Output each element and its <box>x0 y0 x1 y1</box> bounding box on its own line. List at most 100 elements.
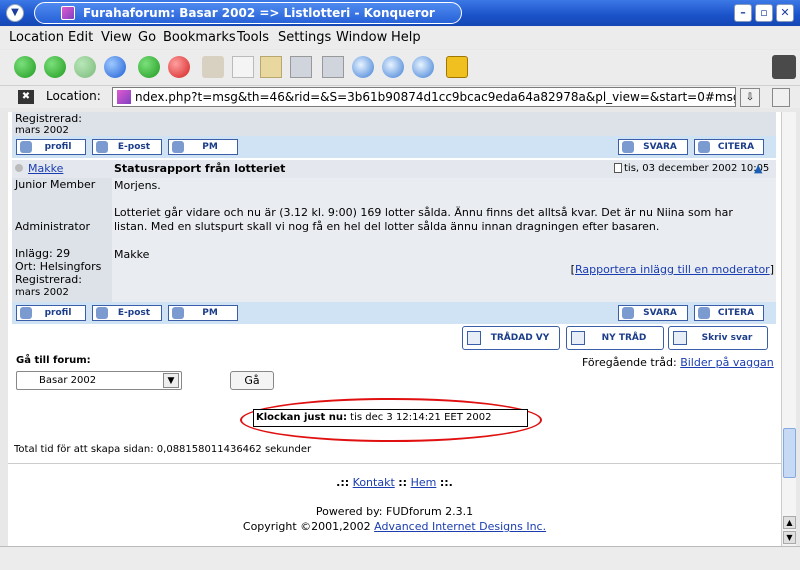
minimize-button[interactable]: – <box>734 4 752 22</box>
copyright: Copyright ©2001,2002 Advanced Internet D… <box>242 520 547 533</box>
title-pill: Furahaforum: Basar 2002 => Listlotteri -… <box>34 2 462 24</box>
reply-icon <box>622 141 634 153</box>
profil-button[interactable]: profil <box>16 139 86 155</box>
author-registered-date: mars 2002 <box>15 287 69 298</box>
favicon-icon <box>117 90 131 104</box>
prev-registered-date: mars 2002 <box>15 125 69 136</box>
forward-icon[interactable] <box>44 56 66 78</box>
svara-button[interactable]: SVARA <box>618 139 688 155</box>
up-icon[interactable] <box>74 56 96 78</box>
print-icon[interactable] <box>290 56 312 78</box>
forum-select[interactable]: Basar 2002 ▼ <box>16 371 182 390</box>
post-body-row: Junior Member Administrator Inlägg: 29 O… <box>12 178 776 302</box>
company-link[interactable]: Advanced Internet Designs Inc. <box>374 520 546 533</box>
citera-button[interactable]: CITERA <box>694 305 764 321</box>
post-message: Morjens. Lotteriet går vidare och nu är … <box>112 178 776 302</box>
post-author-link[interactable]: Makke <box>28 162 63 175</box>
zoom-in-icon[interactable] <box>382 56 404 78</box>
report-link[interactable]: Rapportera inlägg till en moderator <box>575 263 770 276</box>
profile-icon <box>20 141 32 153</box>
clock-label: Klockan just nu: <box>256 412 347 423</box>
menu-view[interactable]: View <box>101 30 132 45</box>
prev-post-info: Registrerad: mars 2002 <box>12 112 776 136</box>
menu-window[interactable]: Window <box>336 30 387 45</box>
new-thread-button[interactable]: NY TRÅD <box>566 326 664 350</box>
footer-links: .:: Kontakt :: Hem ::. <box>336 476 453 489</box>
tree-icon <box>467 331 481 345</box>
prev-thread: Föregående tråd: Bilder på vaggan <box>582 356 774 369</box>
epost-button[interactable]: E-post <box>92 305 162 321</box>
home-link[interactable]: Hem <box>411 476 437 489</box>
location-dropdown-icon[interactable]: ⇩ <box>740 88 760 107</box>
pm-button[interactable]: PM <box>168 139 238 155</box>
profile-icon <box>20 307 32 319</box>
zoom-icon[interactable] <box>352 56 374 78</box>
cut-icon[interactable] <box>202 56 224 78</box>
contact-link[interactable]: Kontakt <box>353 476 395 489</box>
home-icon[interactable] <box>104 56 126 78</box>
page-content: Registrerad: mars 2002 profil E-post PM … <box>8 112 781 546</box>
go-button[interactable]: Gå <box>230 371 274 390</box>
write-reply-button[interactable]: Skriv svar <box>668 326 768 350</box>
clear-location-icon[interactable]: ✖ <box>18 90 34 104</box>
post-greeting: Morjens. <box>114 179 161 192</box>
reply-icon <box>622 307 634 319</box>
post-date: tis, 03 december 2002 10:05 <box>624 163 770 174</box>
citera-button[interactable]: CITERA <box>694 139 764 155</box>
location-input[interactable]: ndex.php?t=msg&th=46&rid=&S=3b61b90874d1… <box>112 87 736 107</box>
forum-select-value: Basar 2002 <box>39 375 97 386</box>
back-icon[interactable] <box>14 56 36 78</box>
throbber-gear-icon <box>772 55 796 79</box>
author-column: Junior Member Administrator Inlägg: 29 O… <box>12 178 112 302</box>
scrollbar-thumb[interactable] <box>783 428 796 478</box>
window-menu-button[interactable]: ▼ <box>6 4 24 22</box>
menu-help[interactable]: Help <box>391 30 421 45</box>
prev-registered-label: Registrerad: <box>15 112 82 125</box>
profil-button[interactable]: profil <box>16 305 86 321</box>
scroll-down-icon[interactable]: ▼ <box>783 531 796 544</box>
author-location: Ort: Helsingfors <box>15 260 102 273</box>
menu-bookmarks[interactable]: Bookmarks <box>163 30 236 45</box>
author-role: Administrator <box>15 220 90 233</box>
menu-settings[interactable]: Settings <box>278 30 331 45</box>
menu-go[interactable]: Go <box>138 30 156 45</box>
copy-icon[interactable] <box>232 56 254 78</box>
menu-tools[interactable]: Tools <box>237 30 269 45</box>
prev-thread-link[interactable]: Bilder på vaggan <box>680 356 774 369</box>
scroll-up-icon[interactable]: ▲ <box>783 516 796 529</box>
pm-icon <box>172 307 184 319</box>
prev-post-button-bar: profil E-post PM SVARA CITERA <box>12 136 776 158</box>
quote-icon <box>698 307 710 319</box>
post-text: Lotteriet går vidare och nu är (3.12 kl.… <box>114 206 733 233</box>
stop-icon[interactable] <box>168 56 190 78</box>
author-rank: Junior Member <box>15 178 96 191</box>
location-bar: ✖ Location: ndex.php?t=msg&th=46&rid=&S=… <box>0 86 800 108</box>
pm-button[interactable]: PM <box>168 305 238 321</box>
reload-icon[interactable] <box>138 56 160 78</box>
menu-location[interactable]: Location <box>9 30 64 45</box>
post-signature: Makke <box>114 248 150 261</box>
select-arrow-icon[interactable]: ▼ <box>163 373 179 388</box>
go-arrow-icon[interactable] <box>772 88 790 107</box>
vertical-scrollbar[interactable]: ▲ ▼ <box>781 112 796 546</box>
offline-status-icon <box>15 164 23 172</box>
tree-view-button[interactable]: TRÅDAD VY <box>462 326 560 350</box>
post-page-icon <box>614 163 622 173</box>
print-preview-icon[interactable] <box>322 56 344 78</box>
paste-icon[interactable] <box>260 56 282 78</box>
footer: .:: Kontakt :: Hem ::. Powered by: FUDfo… <box>8 463 781 546</box>
report-moderator: [Rapportera inlägg till en moderator] <box>570 263 774 276</box>
konqueror-icon <box>61 6 75 20</box>
maximize-button[interactable]: ▫ <box>755 4 773 22</box>
menu-edit[interactable]: Edit <box>68 30 93 45</box>
epost-button[interactable]: E-post <box>92 139 162 155</box>
close-button[interactable]: ✕ <box>776 4 794 22</box>
post-header: Makke Statusrapport från lotteriet tis, … <box>12 160 776 178</box>
location-url: ndex.php?t=msg&th=46&rid=&S=3b61b90874d1… <box>135 90 736 104</box>
zoom-out-icon[interactable] <box>412 56 434 78</box>
svara-button[interactable]: SVARA <box>618 305 688 321</box>
location-label: Location: <box>46 89 101 103</box>
top-arrow-icon[interactable]: ▲ <box>754 162 762 175</box>
post-subject: Statusrapport från lotteriet <box>114 162 286 175</box>
clock-value: tis dec 3 12:14:21 EET 2002 <box>350 412 492 423</box>
